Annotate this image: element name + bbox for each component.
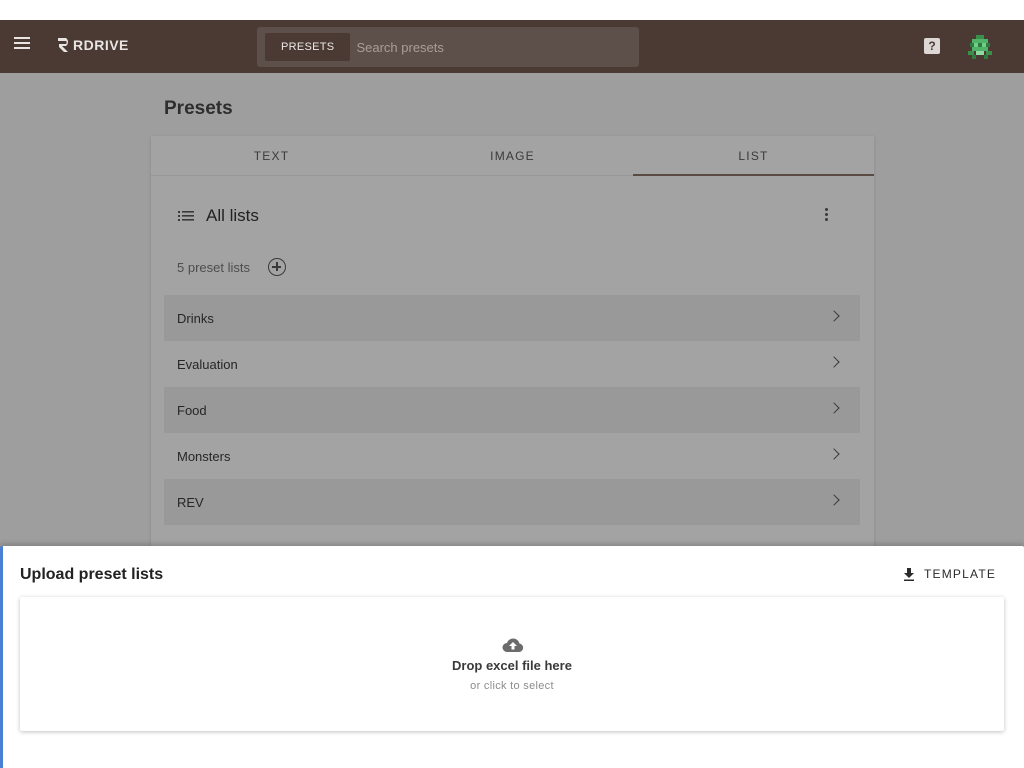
chevron-right-icon (828, 402, 840, 414)
app-bar: RDRIVE PRESETS ? (0, 20, 1024, 73)
tab-list[interactable]: LIST (633, 136, 874, 176)
chevron-right-icon (828, 356, 840, 368)
list-title: All lists (206, 206, 259, 225)
logo-icon (58, 38, 68, 52)
list-item[interactable]: Evaluation (164, 341, 860, 387)
count-row: 5 preset lists (177, 258, 286, 276)
template-label: TEMPLATE (924, 567, 997, 581)
list-item-label: REV (177, 494, 204, 510)
upload-title: Upload preset lists (20, 566, 164, 583)
chevron-right-icon (828, 310, 840, 322)
list-item[interactable]: Monsters (164, 433, 860, 479)
preset-list: Drinks Evaluation Food Monsters REV (164, 295, 860, 525)
list-header: All lists (178, 206, 259, 226)
search-box: PRESETS (257, 27, 639, 67)
list-item-label: Evaluation (177, 356, 238, 372)
file-dropzone[interactable]: Drop excel file here or click to select (20, 597, 1004, 731)
more-vert-icon[interactable] (823, 208, 829, 224)
add-circle-icon[interactable] (267, 258, 286, 276)
cloud-upload-icon (502, 638, 524, 652)
search-scope-chip[interactable]: PRESETS (265, 33, 351, 61)
drop-sub-text: or click to select (470, 680, 554, 692)
list-item-label: Monsters (177, 448, 231, 464)
avatar[interactable] (966, 33, 994, 61)
help-icon[interactable]: ? (924, 38, 940, 54)
top-strip (0, 0, 1024, 20)
list-icon (178, 211, 194, 221)
page-title: Presets (164, 98, 233, 119)
list-item[interactable]: REV (164, 479, 860, 525)
preset-tabs: TEXT IMAGE LIST (151, 136, 874, 176)
presets-card: TEXT IMAGE LIST All lists 5 preset lists… (151, 136, 874, 546)
list-item-label: Drinks (177, 310, 214, 326)
tab-text[interactable]: TEXT (151, 136, 392, 175)
menu-icon[interactable] (14, 37, 32, 55)
list-item[interactable]: Food (164, 387, 860, 433)
brand-logo[interactable]: RDRIVE (56, 36, 129, 54)
chevron-right-icon (828, 494, 840, 506)
brand-name: RDRIVE (73, 37, 129, 53)
drop-main-text: Drop excel file here (452, 658, 572, 673)
search-input[interactable] (356, 39, 639, 55)
list-item-label: Food (177, 402, 207, 418)
upload-sheet: Upload preset lists TEMPLATE Drop excel … (0, 546, 1024, 768)
chevron-right-icon (828, 448, 840, 460)
template-button[interactable]: TEMPLATE (903, 567, 996, 581)
list-item[interactable]: Drinks (164, 295, 860, 341)
tab-image[interactable]: IMAGE (392, 136, 633, 175)
download-icon (904, 567, 914, 581)
preset-count: 5 preset lists (177, 259, 250, 275)
